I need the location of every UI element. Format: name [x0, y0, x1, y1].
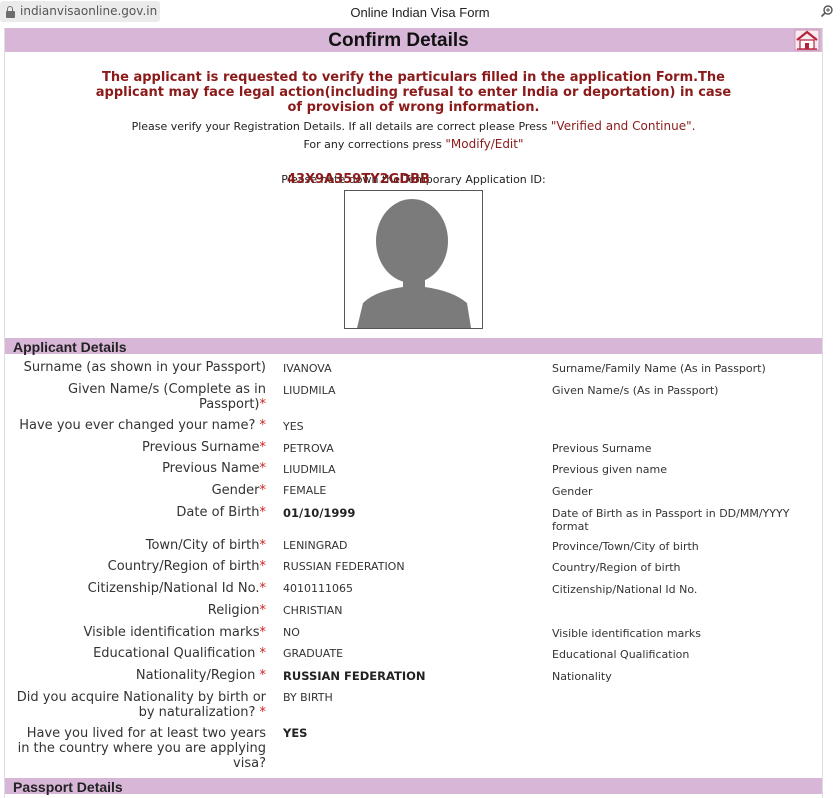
field-hint: Previous given name — [552, 463, 667, 476]
field-label: Religion* — [207, 603, 266, 618]
correction-instruction: For any corrections press "Modify/Edit" — [5, 137, 822, 151]
field-value: YES — [283, 726, 308, 740]
section-title: Passport Details — [13, 779, 123, 795]
temporary-id-line: Please note down the Temporary Applicati… — [5, 172, 822, 187]
modify-edit-ref: "Modify/Edit" — [445, 137, 524, 151]
field-hint: Gender — [552, 485, 593, 498]
field-label: Previous Name* — [162, 461, 266, 476]
section-applicant-details: Applicant Details — [5, 338, 822, 355]
field-label: Have you ever changed your name? * — [19, 418, 266, 433]
field-value: 01/10/1999 — [283, 506, 356, 520]
page-header: Confirm Details — [5, 28, 822, 52]
field-value: FEMALE — [283, 484, 327, 497]
field-value: PETROVA — [283, 442, 334, 455]
verify-text: Please verify your Registration Details.… — [131, 120, 548, 133]
field-value: RUSSIAN FEDERATION — [283, 560, 405, 573]
home-icon[interactable] — [794, 29, 820, 51]
field-label: Country/Region of birth* — [107, 559, 266, 574]
field-label: Citizenship/National Id No.* — [87, 581, 266, 596]
field-hint: Given Name/s (As in Passport) — [552, 384, 719, 397]
field-label: Visible identification marks* — [83, 625, 266, 640]
avatar-placeholder-icon — [357, 199, 471, 328]
field-hint: Previous Surname — [552, 442, 652, 455]
field-value: GRADUATE — [283, 647, 344, 660]
field-hint: Date of Birth as in Passport in DD/MM/YY… — [552, 507, 790, 533]
field-hint: Nationality — [552, 670, 612, 683]
field-label: Did you acquire Nationality by birth or … — [16, 690, 266, 720]
field-label: Gender* — [211, 483, 266, 498]
field-hint: Country/Region of birth — [552, 561, 681, 574]
field-hint: Visible identification marks — [552, 627, 701, 640]
field-label: Educational Qualification * — [93, 646, 266, 661]
zoom-icon[interactable] — [820, 4, 834, 18]
window-title: Online Indian Visa Form — [350, 5, 490, 20]
field-value: 4010111065 — [283, 582, 353, 595]
field-label: Given Name/s (Complete as in Passport)* — [68, 382, 266, 412]
field-label: Nationality/Region * — [135, 668, 266, 683]
field-value: NO — [283, 626, 300, 639]
field-value: RUSSIAN FEDERATION — [283, 669, 426, 683]
field-value: LENINGRAD — [283, 539, 348, 552]
correction-text: For any corrections press — [303, 138, 442, 151]
verify-instruction: Please verify your Registration Details.… — [5, 119, 822, 133]
field-label: Town/City of birth* — [145, 538, 266, 553]
applicant-photo — [344, 190, 483, 329]
field-label: Surname (as shown in your Passport) — [23, 360, 266, 375]
field-hint: Educational Qualification — [552, 648, 690, 661]
field-value: CHRISTIAN — [283, 604, 343, 617]
page-title: Confirm Details — [328, 30, 469, 51]
section-passport-details: Passport Details — [5, 778, 822, 795]
field-hint: Citizenship/National Id No. — [552, 583, 698, 596]
field-value: BY BIRTH — [283, 691, 333, 704]
legal-warning: The applicant is requested to verify the… — [95, 70, 732, 115]
field-value: IVANOVA — [283, 362, 332, 375]
page-frame: Confirm Details The applicant is request… — [4, 28, 823, 798]
field-label: Have you lived for at least two years in… — [17, 726, 266, 771]
field-value: YES — [283, 420, 304, 433]
field-label: Date of Birth* — [176, 505, 266, 520]
field-hint: Surname/Family Name (As in Passport) — [552, 362, 766, 375]
field-hint: Province/Town/City of birth — [552, 540, 699, 553]
field-value: LIUDMILA — [283, 463, 336, 476]
verified-continue-ref: "Verified and Continue". — [550, 119, 696, 133]
section-title: Applicant Details — [13, 339, 127, 355]
field-value: LIUDMILA — [283, 384, 336, 397]
field-label: Previous Surname* — [141, 440, 266, 455]
browser-bar: indianvisaonline.gov.in Online Indian Vi… — [0, 0, 840, 25]
temporary-id-value: 43X9A359TY2GDBB — [287, 172, 430, 187]
